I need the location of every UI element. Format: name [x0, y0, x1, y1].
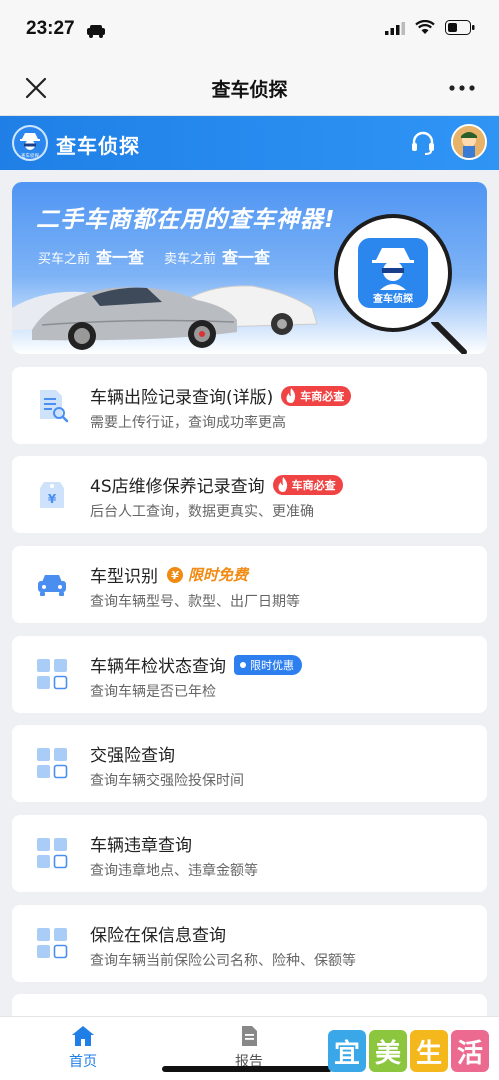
grid-icon — [37, 928, 68, 959]
avatar[interactable] — [451, 124, 487, 160]
watermark-char: 生 — [410, 1030, 448, 1072]
battery-icon — [445, 20, 475, 35]
hot-badge-text: 车商必查 — [291, 478, 336, 492]
card-title: 保险在保信息查询 — [90, 921, 226, 946]
more-icon[interactable] — [447, 78, 477, 98]
nav-bar: 查车侦探 — [0, 60, 499, 116]
card-title-text: 车型识别 — [90, 567, 158, 587]
service-card-model-id[interactable]: 车型识别 ¥ 限时免费 查询车辆型号、款型、出厂日期等 — [12, 546, 487, 623]
magnifier-handle-icon — [431, 322, 467, 354]
banner-buy-action: 查一查 — [96, 248, 145, 267]
card-title-text: 车辆出险记录查询(详版) — [90, 388, 274, 408]
app-name: 查车侦探 — [56, 134, 140, 158]
app-header: 查车侦探 查车侦探 — [0, 116, 499, 170]
coin-icon: ¥ — [167, 566, 183, 583]
service-card-claims[interactable]: 车辆出险记录查询(详版) 车商必查 需要上传行证，查询成功率更高 — [12, 367, 487, 444]
grid-icon — [37, 659, 68, 690]
hot-badge: 车商必查 — [272, 474, 343, 495]
status-bar: 23:27 — [0, 0, 499, 60]
banner-buy-prefix: 买车之前 — [38, 252, 91, 267]
free-badge: ¥ 限时免费 — [166, 564, 248, 585]
card-desc: 查询车辆型号、款型、出厂日期等 — [90, 594, 300, 610]
card-desc: 后台人工查询，数据更真实、更准确 — [90, 504, 314, 520]
card-title: 车辆年检状态查询 限时优惠 — [90, 652, 302, 677]
card-desc: 查询车辆交强险投保时间 — [90, 773, 244, 789]
card-desc: 查询违章地点、违章金额等 — [90, 863, 258, 879]
signal-icon — [385, 21, 405, 35]
card-title-text: 保险在保信息查询 — [90, 926, 226, 946]
card-title: 车型识别 ¥ 限时免费 — [90, 562, 248, 587]
card-title: 车辆违章查询 — [90, 831, 192, 856]
wifi-icon — [415, 20, 435, 34]
flame-icon — [278, 476, 287, 492]
detective-badge: 查车侦探 — [334, 214, 452, 332]
tab-report[interactable]: 报告 — [219, 1025, 279, 1071]
banner-sell-action: 查一查 — [222, 248, 271, 267]
car-icon — [38, 575, 66, 596]
watermark-char: 宜 — [328, 1030, 366, 1072]
tab-home-label: 首页 — [69, 1054, 97, 1070]
card-title-text: 交强险查询 — [90, 746, 175, 766]
price-tag-icon: ¥ — [40, 482, 64, 508]
document-search-icon — [40, 390, 69, 423]
cars-illustration — [12, 285, 318, 350]
service-card-insurance-info[interactable]: 保险在保信息查询 查询车辆当前保险公司名称、险种、保额等 — [12, 905, 487, 982]
grid-icon — [37, 748, 68, 779]
watermark-char: 美 — [369, 1030, 407, 1072]
detective-badge-tile: 查车侦探 — [358, 238, 428, 308]
service-card-maintenance[interactable]: ¥ 4S店维修保养记录查询 车商必查 后台人工查询，数据更真实、更准确 — [12, 456, 487, 533]
detective-icon — [372, 248, 414, 290]
nav-title: 查车侦探 — [211, 79, 288, 101]
card-title: 车辆出险记录查询(详版) 车商必查 — [90, 383, 352, 408]
card-desc: 查询车辆是否已年检 — [90, 684, 216, 700]
hot-badge-text: 车商必查 — [300, 389, 345, 403]
status-time: 23:27 — [26, 18, 75, 39]
card-title-text: 车辆年检状态查询 — [90, 657, 226, 677]
offer-badge: 限时优惠 — [234, 654, 302, 675]
card-title-text: 4S店维修保养记录查询 — [90, 477, 265, 497]
tab-home[interactable]: 首页 — [53, 1025, 113, 1071]
service-card-inspection[interactable]: 车辆年检状态查询 限时优惠 查询车辆是否已年检 — [12, 636, 487, 713]
banner-sell-prefix: 卖车之前 — [164, 252, 217, 267]
app-logo: 查车侦探 — [12, 125, 48, 161]
card-desc: 查询车辆当前保险公司名称、险种、保额等 — [90, 953, 356, 969]
free-badge-text: 限时免费 — [188, 566, 249, 584]
detective-badge-label: 查车侦探 — [373, 294, 413, 305]
card-title: 交强险查询 — [90, 741, 175, 766]
offer-dot — [240, 661, 246, 668]
card-desc: 需要上传行证，查询成功率更高 — [90, 415, 286, 431]
app-logo-label: 查车侦探 — [21, 152, 39, 159]
headset-icon[interactable] — [409, 129, 437, 157]
car-status-icon — [87, 25, 105, 38]
offer-badge-text: 限时优惠 — [250, 658, 294, 672]
banner-sell-line: 卖车之前 查一查 — [164, 244, 270, 268]
card-title-text: 车辆违章查询 — [90, 836, 192, 856]
flame-icon — [286, 387, 296, 403]
grid-icon — [37, 838, 68, 869]
watermark: 宜 美 生 活 — [328, 1030, 489, 1072]
home-indicator — [162, 1066, 332, 1072]
report-icon — [242, 1026, 257, 1046]
card-title: 4S店维修保养记录查询 车商必查 — [90, 472, 343, 497]
service-card-compulsory-insurance[interactable]: 交强险查询 查询车辆交强险投保时间 — [12, 725, 487, 802]
home-icon — [72, 1026, 94, 1046]
svg-text:¥: ¥ — [48, 492, 57, 506]
promo-banner[interactable]: 二手车商都在用的查车神器! 买车之前 查一查 卖车之前 查一查 查车侦探 — [12, 182, 487, 354]
watermark-char: 活 — [451, 1030, 489, 1072]
banner-title: 二手车商都在用的查车神器! — [36, 207, 336, 233]
banner-buy-line: 买车之前 查一查 — [38, 244, 144, 268]
hot-badge: 车商必查 — [281, 385, 352, 406]
svg-text:¥: ¥ — [171, 569, 180, 582]
service-card-violations[interactable]: 车辆违章查询 查询违章地点、违章金额等 — [12, 815, 487, 892]
